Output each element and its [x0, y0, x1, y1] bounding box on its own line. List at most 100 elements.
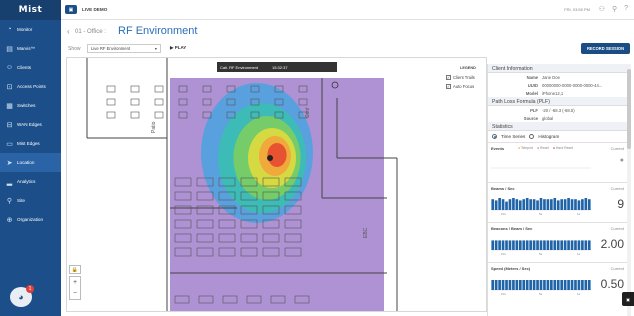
mist-logo[interactable]: Mist	[0, 0, 61, 20]
chart-bar	[498, 240, 501, 250]
name-key: Name	[526, 74, 538, 80]
chart-bar	[560, 240, 564, 250]
sidebar-item-switches[interactable]: ▦ Switches	[0, 96, 61, 115]
chart-bar	[570, 199, 574, 210]
room-label-conf: Conf	[305, 107, 311, 118]
sidebar-item-clients[interactable]: ☺ Clients	[0, 58, 61, 77]
panel-scrollbar[interactable]	[627, 64, 631, 316]
organization-icon: ⊕	[6, 216, 13, 224]
plf-header: Path Loss Formula (PLF)	[488, 97, 627, 106]
histogram-radio[interactable]	[529, 134, 535, 139]
chart-bar	[577, 280, 581, 290]
chart-bar	[560, 280, 564, 290]
chart-bar	[525, 280, 529, 290]
wan-edge-icon: ⊟	[6, 121, 13, 129]
chart-bar	[529, 240, 532, 250]
floor-map[interactable]: Patio Conf EBC Cali. RF Environment 15:32:…	[66, 57, 487, 312]
hard-reset-label: Hard Reset	[555, 146, 574, 150]
breadcrumb[interactable]: 01 - Office :	[75, 29, 106, 35]
view-select[interactable]: Live RF Environment ▾	[87, 44, 161, 53]
chart-bar	[560, 199, 564, 210]
chart-bar	[532, 199, 536, 210]
uuid-value: 00000000-0000-0000-0000-44...	[542, 82, 603, 88]
monitor-icon: ◔	[7, 26, 12, 33]
details-panel: Client Information Name Jane Doe UUID 0000…	[487, 64, 627, 316]
sidebar-item-monitor[interactable]: ◔ Monitor	[0, 20, 61, 39]
time-series-radio[interactable]	[492, 134, 497, 139]
sidebar-item-analytics[interactable]: ▂ Analytics	[0, 172, 61, 191]
auto-focus-checkbox[interactable]: ✓ Auto Focus	[446, 84, 474, 89]
chart-bar	[567, 280, 570, 290]
sidebar-item-mist-edges[interactable]: ▭ Mist Edges	[0, 134, 61, 153]
clients-icon: ☺	[5, 64, 14, 71]
live-demo-label[interactable]: LIVE DEMO	[82, 7, 107, 12]
chart-bar	[543, 240, 546, 250]
chart-bar	[574, 280, 577, 290]
client-name-row: Name Jane Doe	[488, 73, 627, 81]
chart-bar	[556, 200, 560, 210]
events-stat: Events ● Teleport ● Reset ● Hard Reset C…	[488, 142, 627, 182]
events-legend: ● Teleport ● Reset ● Hard Reset	[518, 146, 573, 150]
chart-bar	[550, 240, 553, 250]
tick-label: 1s	[577, 292, 581, 296]
chart-bar	[536, 240, 539, 250]
chart-bar	[563, 280, 567, 290]
clock-time: FRI, 03:55 PM	[564, 7, 590, 12]
chart-bar	[536, 200, 539, 210]
scrollbar-thumb[interactable]	[627, 69, 631, 149]
client-trails-checkbox[interactable]: ✓ Client Trails	[446, 75, 475, 80]
user-icon[interactable]: ⚇	[599, 5, 605, 13]
source-key: Source	[523, 115, 538, 121]
events-chart	[491, 167, 591, 169]
top-icons: ⚇ ⚲ ?	[599, 5, 628, 13]
hard-reset-legend: ● Hard Reset	[552, 146, 574, 150]
help-icon[interactable]: ?	[624, 5, 628, 13]
chart-bar	[494, 200, 498, 210]
sidebar-item-wan-edges[interactable]: ⊟ WAN Edges	[0, 115, 61, 134]
zoom-in-button[interactable]: +	[73, 279, 77, 286]
stats-mode-toggle: Time Series Histogram	[488, 131, 627, 142]
events-current-value: ●	[619, 157, 624, 164]
mist-edge-icon: ▭	[6, 140, 13, 148]
chart-bar	[501, 280, 505, 290]
zoom-out-button[interactable]: −	[73, 290, 77, 297]
sidebar-item-location[interactable]: ➤ Location	[0, 153, 61, 172]
device-label: Cali. RF Environment	[220, 65, 259, 70]
chat-button[interactable]: ◕ 1	[10, 285, 34, 307]
sidebar-item-access-points[interactable]: ⊡ Access Points	[0, 77, 61, 96]
chart-bar	[584, 280, 588, 290]
chat-icon: ◕	[18, 292, 24, 302]
sidebar-item-site[interactable]: ⚲ Site	[0, 191, 61, 210]
chart-bar	[587, 199, 591, 210]
chart-bar	[556, 280, 560, 290]
sidebar-item-organization[interactable]: ⊕ Organization	[0, 210, 61, 229]
time-series-label: Time Series	[501, 134, 526, 139]
desk	[106, 85, 116, 93]
reset-label: Reset	[540, 146, 549, 150]
lock-button[interactable]: 🔒	[69, 265, 81, 274]
client-info-header: Client Information	[488, 64, 627, 73]
chart-bar	[512, 280, 515, 290]
back-arrow-icon[interactable]: ‹	[67, 27, 70, 36]
sidebar-item-label: Switches	[17, 103, 36, 108]
chart-bar	[581, 240, 584, 250]
sidebar-item-marvis[interactable]: ▤ Marvis™	[0, 39, 61, 58]
page-title: RF Environment	[118, 25, 198, 37]
sidebar-item-label: Organization	[17, 217, 44, 222]
chart-bar	[577, 240, 581, 250]
sidebar-item-label: Location	[17, 160, 35, 165]
sidebar: Mist ◔ Monitor ▤ Marvis™ ☺ Clients ⊡ Access Poi…	[0, 0, 61, 316]
sidebar-item-label: Site	[17, 198, 25, 203]
plf-value: -20 / -68.3 (-68.5)	[542, 107, 575, 113]
heatmap-blob	[267, 143, 287, 167]
chart-bar	[556, 240, 560, 250]
notification-badge: 1	[26, 285, 34, 293]
chart-bar	[518, 240, 522, 250]
play-button[interactable]: ▶ PLAY	[170, 45, 186, 51]
sidebar-item-label: Marvis™	[17, 46, 36, 51]
record-session-button[interactable]: RECORD SESSION	[581, 43, 630, 54]
chart-bar	[553, 198, 557, 210]
pin-icon[interactable]: ⚲	[612, 5, 617, 13]
chart-bar	[515, 280, 519, 290]
chart-bar	[532, 240, 536, 250]
